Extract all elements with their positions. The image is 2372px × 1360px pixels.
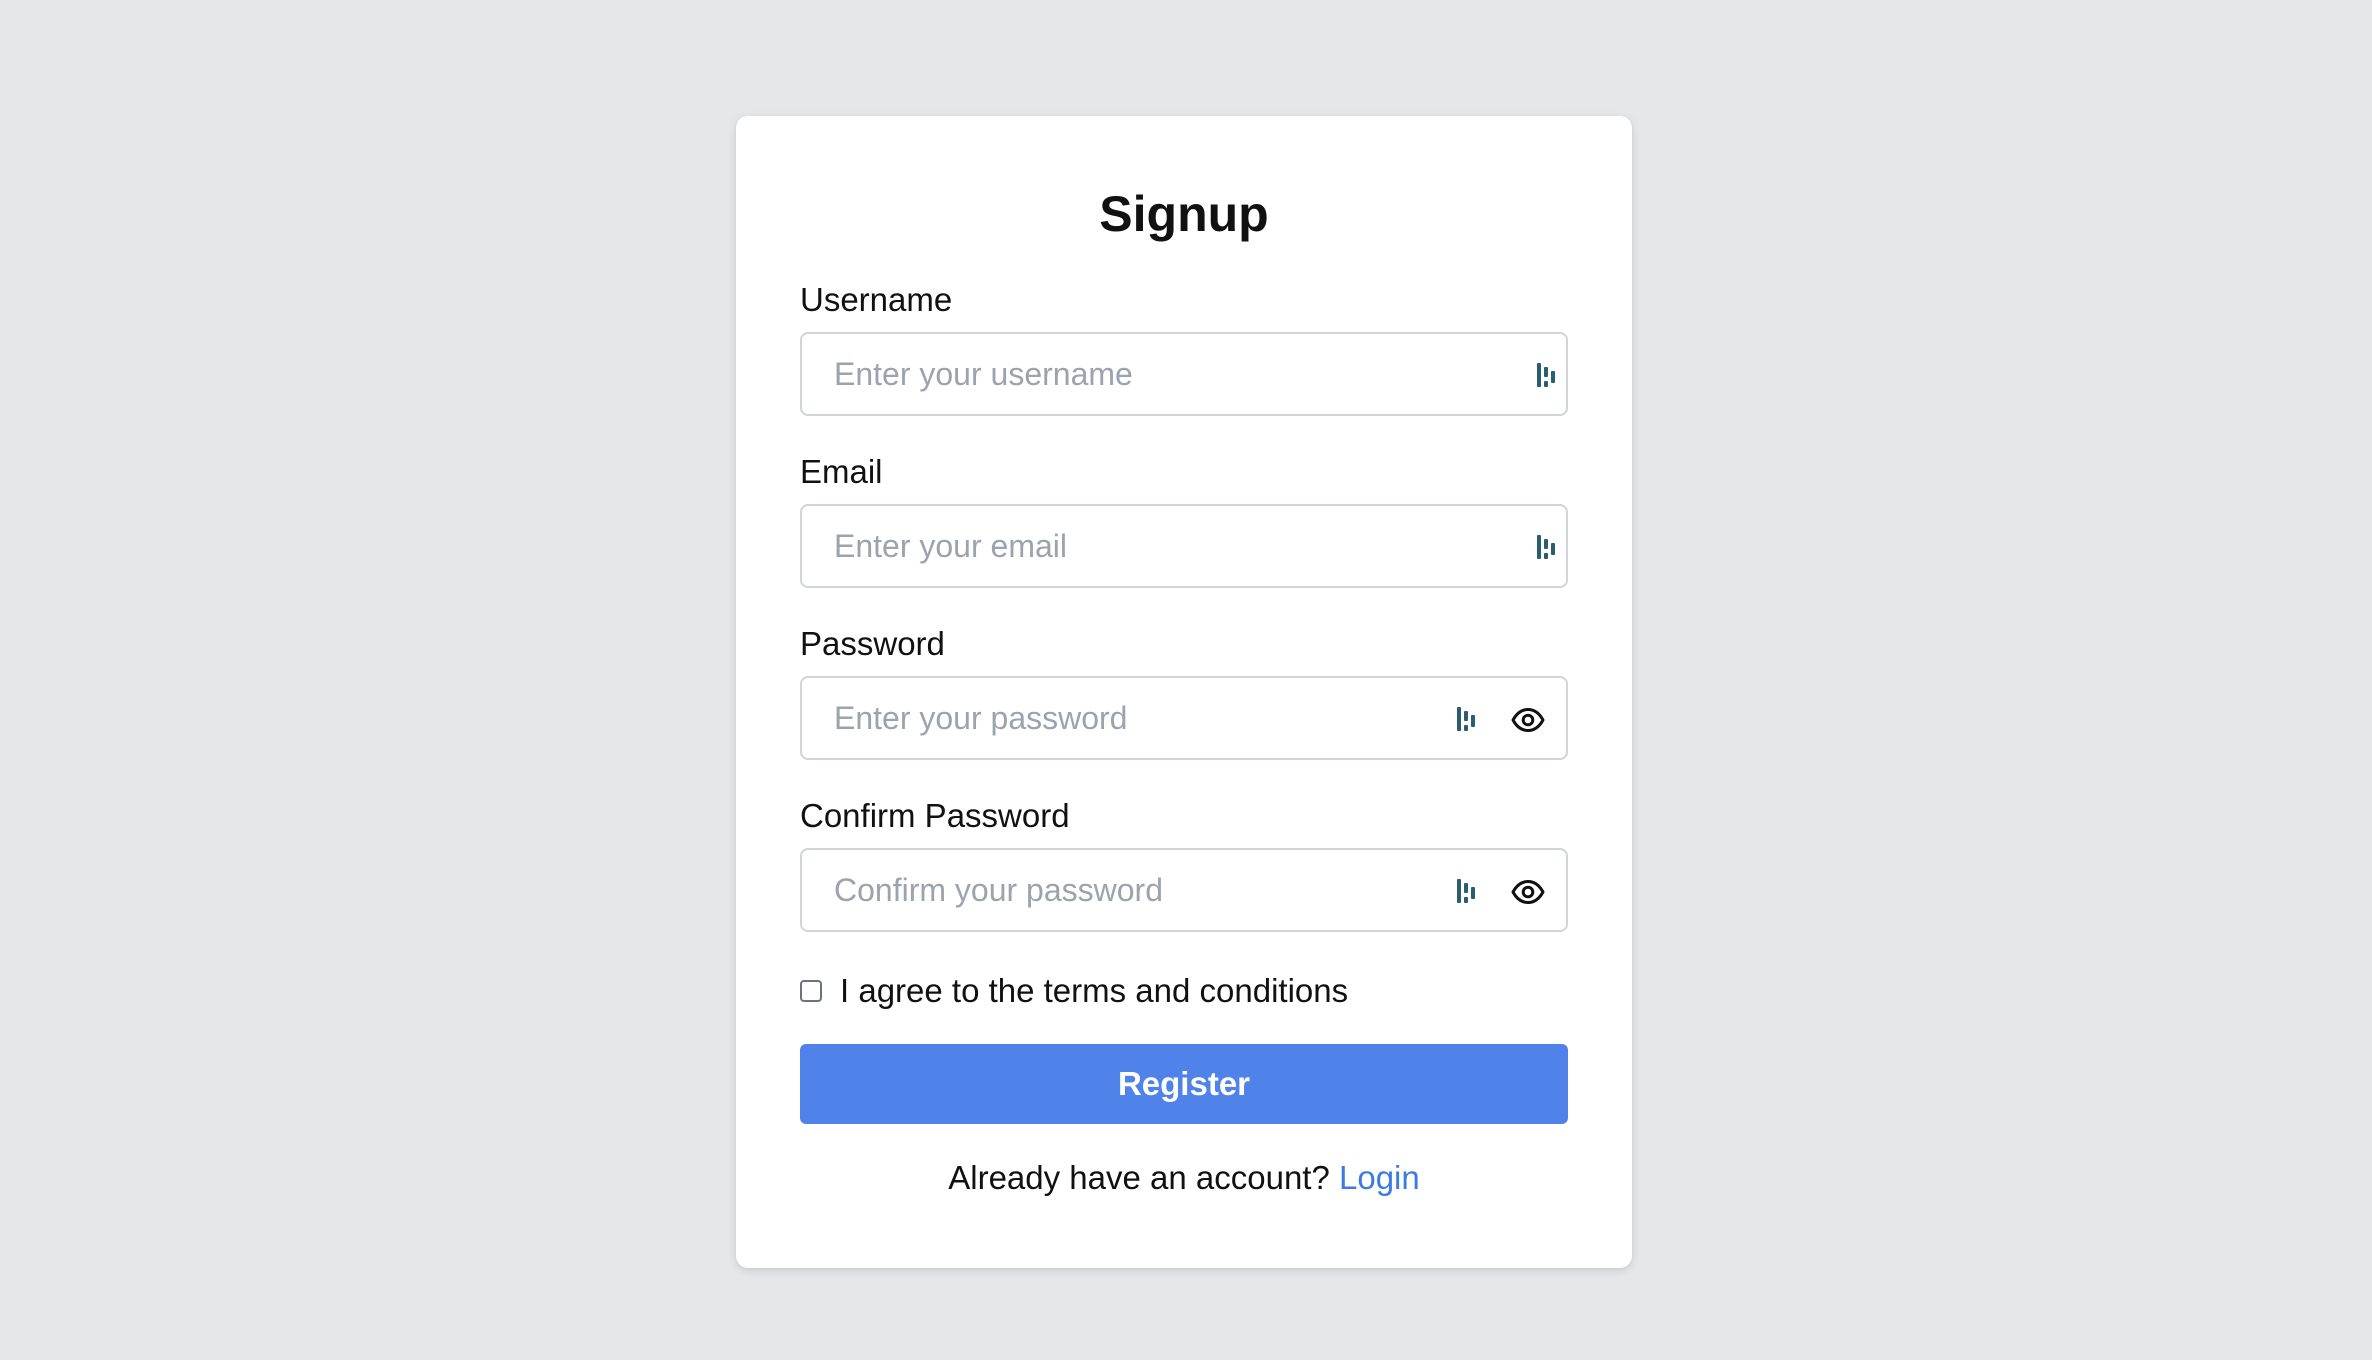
login-prompt: Already have an account? Login [736,1156,1632,1200]
terms-row: I agree to the terms and conditions [800,969,1348,1013]
password-field-group: Password [800,624,1568,760]
signup-card: Signup Username Email Passw [736,116,1632,1268]
email-input[interactable] [802,506,1566,586]
confirm-password-label: Confirm Password [800,797,1070,834]
eye-icon[interactable] [1510,702,1546,738]
confirm-password-input-wrapper [800,848,1568,932]
login-prompt-text: Already have an account? [948,1159,1339,1196]
password-input-wrapper [800,676,1568,760]
login-link[interactable]: Login [1339,1159,1420,1196]
username-field-group: Username [800,280,1568,416]
eye-icon[interactable] [1510,874,1546,910]
password-manager-icon[interactable] [1536,361,1558,389]
email-field-group: Email [800,452,1568,588]
username-input-wrapper [800,332,1568,416]
terms-label[interactable]: I agree to the terms and conditions [840,969,1348,1013]
password-manager-icon[interactable] [1456,877,1478,905]
confirm-password-field-group: Confirm Password [800,796,1568,932]
password-manager-icon[interactable] [1456,705,1478,733]
register-button[interactable]: Register [800,1044,1568,1124]
password-input[interactable] [802,678,1566,758]
page-title: Signup [1099,186,1269,242]
terms-checkbox[interactable] [800,980,822,1002]
confirm-password-input[interactable] [802,850,1566,930]
password-label: Password [800,625,945,662]
email-input-wrapper [800,504,1568,588]
username-label: Username [800,281,953,318]
password-manager-icon[interactable] [1536,533,1558,561]
username-input[interactable] [802,334,1566,414]
email-label: Email [800,453,883,490]
